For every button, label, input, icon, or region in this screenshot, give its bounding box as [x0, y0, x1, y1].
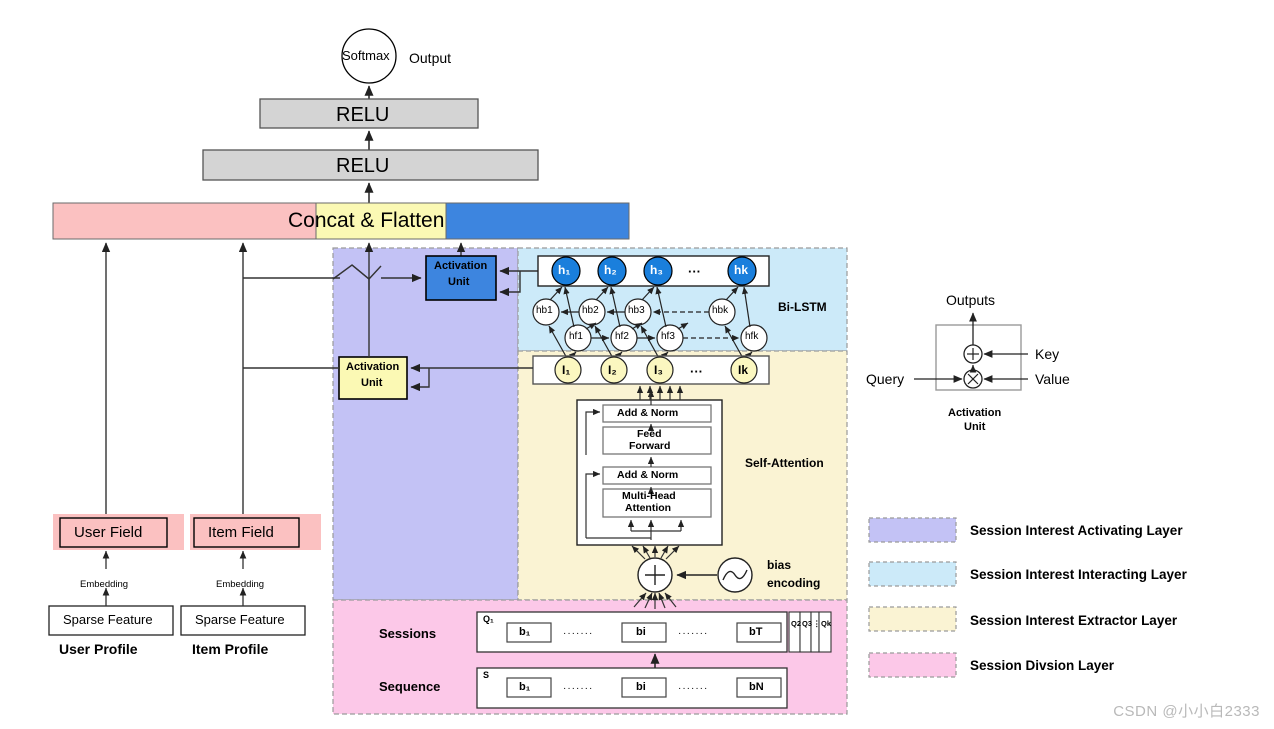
detail-caption-line1: Activation: [948, 407, 1002, 419]
node-hf1-label: hf1: [569, 331, 583, 342]
session-stack-q2: Q2: [791, 619, 802, 628]
sessions-label: Sessions: [379, 626, 437, 641]
bi-lstm-label: Bi-LSTM: [778, 300, 827, 314]
sequence-item-0: b₁: [519, 681, 531, 693]
interest-ellipsis: ···: [690, 364, 703, 379]
node-h3-label: h₃: [650, 263, 663, 277]
diagram-canvas: Softmax Output RELU RELU Concat & Flatte…: [0, 0, 1274, 729]
legend-swatch-3: [868, 652, 957, 678]
activation-unit-top-line1: Activation: [434, 260, 488, 272]
detail-outputs-label: Outputs: [946, 292, 996, 308]
node-h2-label: h₂: [604, 263, 617, 277]
legend-label-3: Session Divsion Layer: [970, 658, 1115, 673]
node-h1-label: h₁: [558, 263, 571, 277]
sequence-label: Sequence: [379, 679, 441, 694]
node-hb1-label: hb1: [536, 305, 553, 316]
output-label: Output: [409, 50, 452, 66]
concat-flatten-label: Concat & Flatten: [288, 209, 445, 232]
detail-query-label: Query: [866, 371, 905, 387]
session-stack-q3: Q3: [802, 619, 813, 628]
session-stack-dots: ⋮: [813, 619, 821, 628]
node-I2-label: I₂: [608, 363, 617, 377]
activation-unit-mid-line2: Unit: [361, 377, 383, 389]
hidden-ellipsis: ···: [688, 264, 701, 279]
sequence-item-2: bi: [636, 681, 646, 693]
add-norm-top-label: Add & Norm: [617, 407, 679, 419]
bias-encoding-line2: encoding: [767, 576, 821, 590]
activation-unit-mid-line1: Activation: [346, 361, 400, 373]
sessions-item-2: bi: [636, 626, 646, 638]
node-hbk-label: hbk: [712, 305, 729, 316]
node-hb2-label: hb2: [582, 305, 599, 316]
detail-value-label: Value: [1035, 371, 1070, 387]
add-norm-bottom-label: Add & Norm: [617, 469, 679, 481]
sequence-dots-1: ·······: [563, 683, 594, 694]
legend-swatch-1: [868, 561, 957, 587]
node-hf3-label: hf3: [661, 331, 675, 342]
node-I3-label: I₃: [654, 363, 663, 377]
sequence-row-tag: S: [483, 670, 490, 680]
feed-forward-label-line2: Forward: [629, 440, 671, 452]
legend-swatch-0: [868, 517, 957, 543]
session-stack-qk: Qk: [821, 619, 832, 628]
user-profile-label: User Profile: [59, 641, 138, 657]
legend-label-1: Session Interest Interacting Layer: [970, 567, 1187, 582]
self-attention-label: Self-Attention: [745, 456, 824, 470]
feed-forward-label-line1: Feed: [637, 428, 662, 440]
detail-caption-line2: Unit: [964, 421, 986, 433]
detail-key-label: Key: [1035, 346, 1060, 362]
user-field-label: User Field: [74, 524, 143, 541]
sessions-dots-1: ·······: [563, 628, 594, 639]
multi-head-label-line2: Attention: [625, 502, 672, 514]
user-embedding-label: Embedding: [80, 579, 129, 590]
legend-swatch-2: [868, 606, 957, 632]
sequence-item-4: bN: [749, 681, 764, 693]
legend-label-0: Session Interest Activating Layer: [970, 523, 1183, 538]
bias-encoding-node: [717, 557, 753, 593]
sessions-item-0: b₁: [519, 626, 531, 638]
item-embedding-label: Embedding: [216, 579, 265, 590]
csdn-watermark: CSDN @小小白2333: [1113, 703, 1260, 720]
bias-encoding-line1: bias: [767, 558, 792, 572]
multi-head-label-line1: Multi-Head: [622, 490, 676, 502]
detail-sum-node: [963, 344, 983, 364]
legend-label-2: Session Interest Extractor Layer: [970, 613, 1178, 628]
relu-bottom-label: RELU: [336, 155, 390, 177]
relu-top-label: RELU: [336, 104, 390, 126]
sessions-row-tag: Q₁: [483, 614, 494, 624]
sessions-item-4: bT: [749, 626, 763, 638]
item-field-label: Item Field: [208, 524, 274, 541]
detail-product-node: [963, 369, 983, 389]
node-I1-label: I₁: [562, 363, 571, 377]
node-Ik-label: Ik: [738, 363, 749, 377]
node-hf2-label: hf2: [615, 331, 629, 342]
sum-node: [637, 557, 673, 593]
activation-unit-top-line2: Unit: [448, 276, 470, 288]
node-hb3-label: hb3: [628, 305, 645, 316]
node-hk-label: hk: [734, 263, 749, 277]
softmax-label: Softmax: [342, 48, 390, 63]
sequence-dots-2: ·······: [678, 683, 709, 694]
sessions-dots-2: ·······: [678, 628, 709, 639]
user-sparse-label: Sparse Feature: [63, 612, 153, 627]
item-profile-label: Item Profile: [192, 641, 269, 657]
node-hfk-label: hfk: [745, 331, 759, 342]
item-sparse-label: Sparse Feature: [195, 612, 285, 627]
